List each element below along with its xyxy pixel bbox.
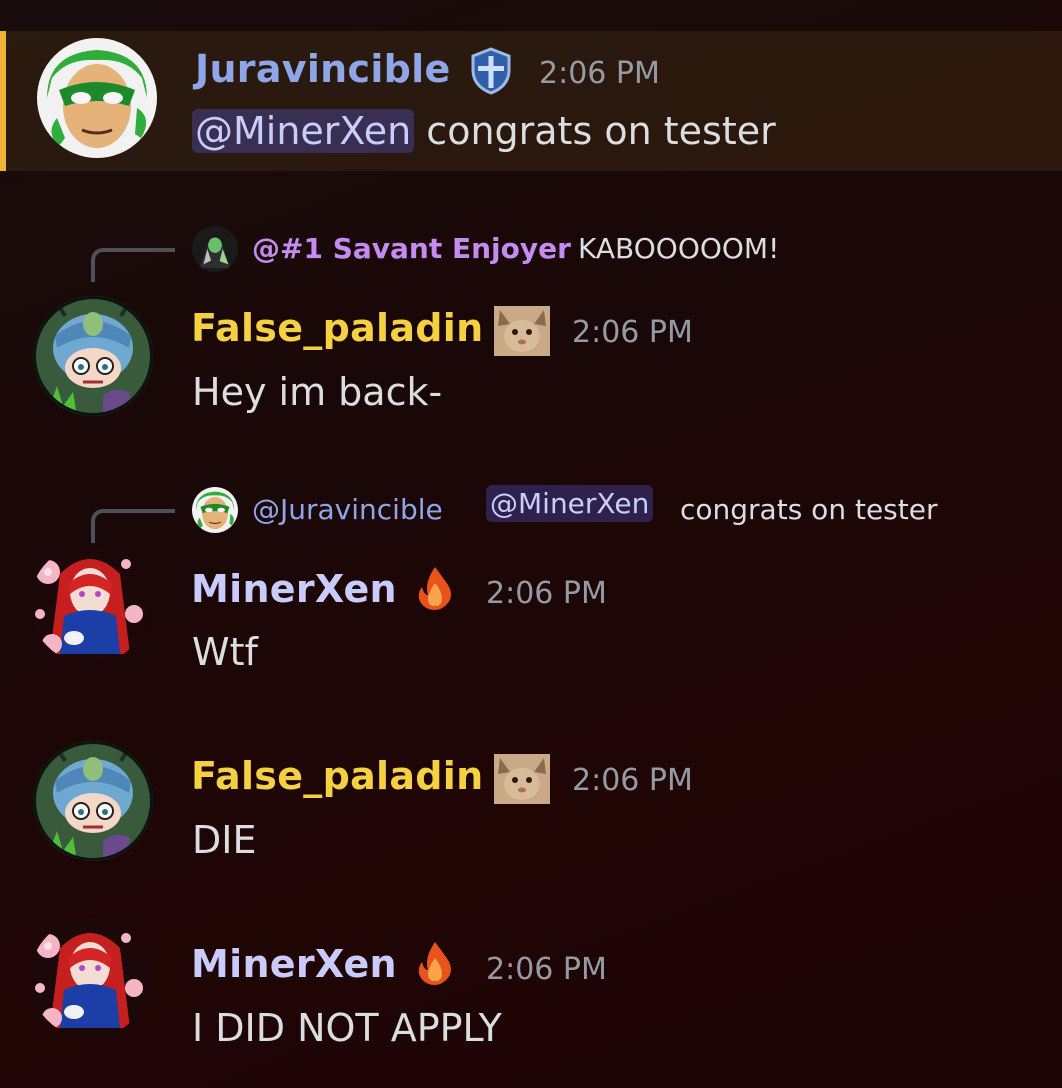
- reply-connector: [91, 509, 175, 543]
- timestamp[interactable]: 2:06 PM: [539, 56, 660, 91]
- timestamp[interactable]: 2:06 PM: [486, 576, 607, 611]
- reply-connector: [91, 248, 175, 282]
- reply-avatar-savant-enjoyer[interactable]: [192, 226, 238, 272]
- message-false-paladin-reply: @#1 Savant Enjoyer KABOOOOOM! False_pala…: [0, 220, 1062, 430]
- avatar-false-paladin[interactable]: [33, 296, 153, 416]
- message-juravincible-highlighted: Juravincible 2:06 PM @MinerXen congrats …: [0, 31, 1062, 171]
- message-minerxen: MinerXen 2:06 PM I DID NOT APPLY: [0, 918, 1062, 1068]
- message-text: I DID NOT APPLY: [192, 1006, 502, 1050]
- timestamp[interactable]: 2:06 PM: [572, 315, 693, 350]
- shield-icon[interactable]: [469, 46, 513, 100]
- message-false-paladin: False_paladin 2:06 PM DIE: [0, 740, 1062, 880]
- chat-message-list: Juravincible 2:06 PM @MinerXen congrats …: [0, 0, 1062, 1088]
- username-minerxen[interactable]: MinerXen: [191, 567, 397, 611]
- reply-preview-text[interactable]: KABOOOOOM!: [578, 232, 779, 265]
- message-content: @MinerXen congrats on tester: [192, 109, 776, 153]
- username-juravincible[interactable]: Juravincible: [195, 47, 451, 91]
- message-minerxen-reply: @Juravincible @MinerXen congrats on test…: [0, 482, 1062, 682]
- message-text: congrats on tester: [414, 109, 776, 153]
- message-text: Wtf: [192, 630, 258, 674]
- user-mention[interactable]: @MinerXen: [192, 109, 415, 153]
- reply-username[interactable]: @Juravincible: [252, 493, 443, 526]
- reply-user-mention[interactable]: @MinerXen: [486, 485, 654, 522]
- fire-icon[interactable]: [414, 565, 456, 615]
- avatar-false-paladin[interactable]: [33, 741, 153, 861]
- username-false-paladin[interactable]: False_paladin: [191, 754, 483, 798]
- username-false-paladin[interactable]: False_paladin: [191, 306, 483, 350]
- avatar-minerxen[interactable]: [30, 918, 150, 1038]
- avatar-minerxen[interactable]: [30, 544, 150, 664]
- message-text: Hey im back-: [192, 370, 443, 414]
- timestamp[interactable]: 2:06 PM: [486, 952, 607, 987]
- cat-emoji-icon[interactable]: [494, 306, 550, 360]
- reply-preview-text[interactable]: congrats on tester: [680, 493, 937, 526]
- username-minerxen[interactable]: MinerXen: [191, 942, 397, 986]
- cat-emoji-icon[interactable]: [494, 754, 550, 808]
- avatar-juravincible[interactable]: [37, 38, 157, 158]
- message-text: DIE: [192, 818, 257, 862]
- fire-icon[interactable]: [414, 940, 456, 990]
- reply-username[interactable]: @#1 Savant Enjoyer: [252, 232, 571, 265]
- timestamp[interactable]: 2:06 PM: [572, 763, 693, 798]
- reply-avatar-juravincible[interactable]: [192, 487, 238, 533]
